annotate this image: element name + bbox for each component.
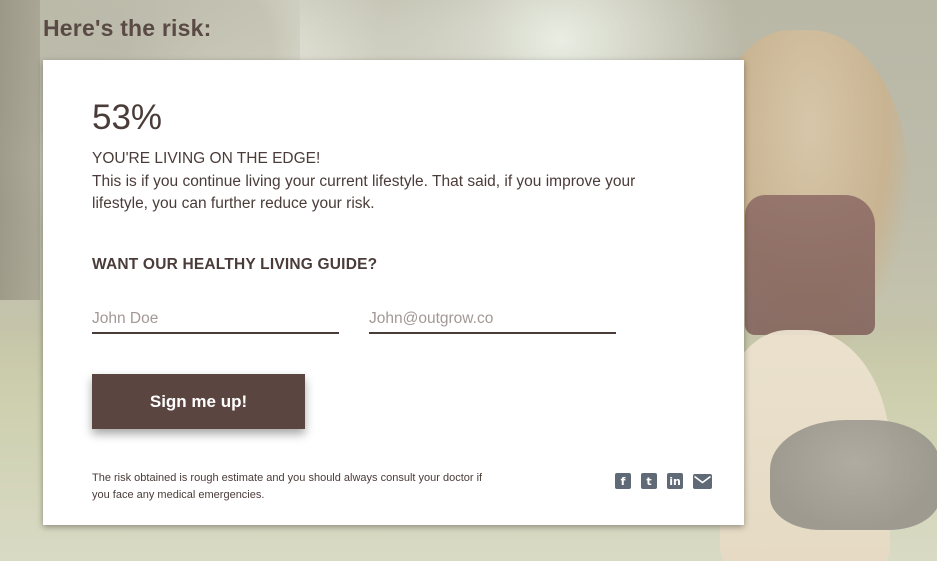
tree-trunk [0, 0, 40, 300]
name-input[interactable] [92, 300, 339, 334]
page-heading: Here's the risk: [43, 15, 212, 41]
twitter-icon[interactable]: t [641, 473, 657, 489]
result-headline: YOU'RE LIVING ON THE EDGE! [92, 150, 321, 167]
disclaimer-text: The risk obtained is rough estimate and … [92, 472, 483, 501]
result-card: 53% YOU'RE LIVING ON THE EDGE! This is i… [43, 60, 744, 525]
rock [770, 420, 937, 530]
facebook-icon[interactable]: f [615, 473, 631, 489]
email-icon[interactable] [693, 473, 712, 489]
guide-title: WANT OUR HEALTHY LIVING GUIDE? [92, 256, 378, 273]
social-share-bar: f t in [615, 473, 712, 489]
woman-shirt [745, 195, 875, 335]
sign-up-button[interactable]: Sign me up! [92, 374, 305, 429]
linkedin-icon[interactable]: in [667, 473, 683, 489]
email-input[interactable] [369, 300, 616, 334]
risk-percent: 53% [92, 98, 163, 137]
result-description: This is if you continue living your curr… [92, 173, 636, 212]
